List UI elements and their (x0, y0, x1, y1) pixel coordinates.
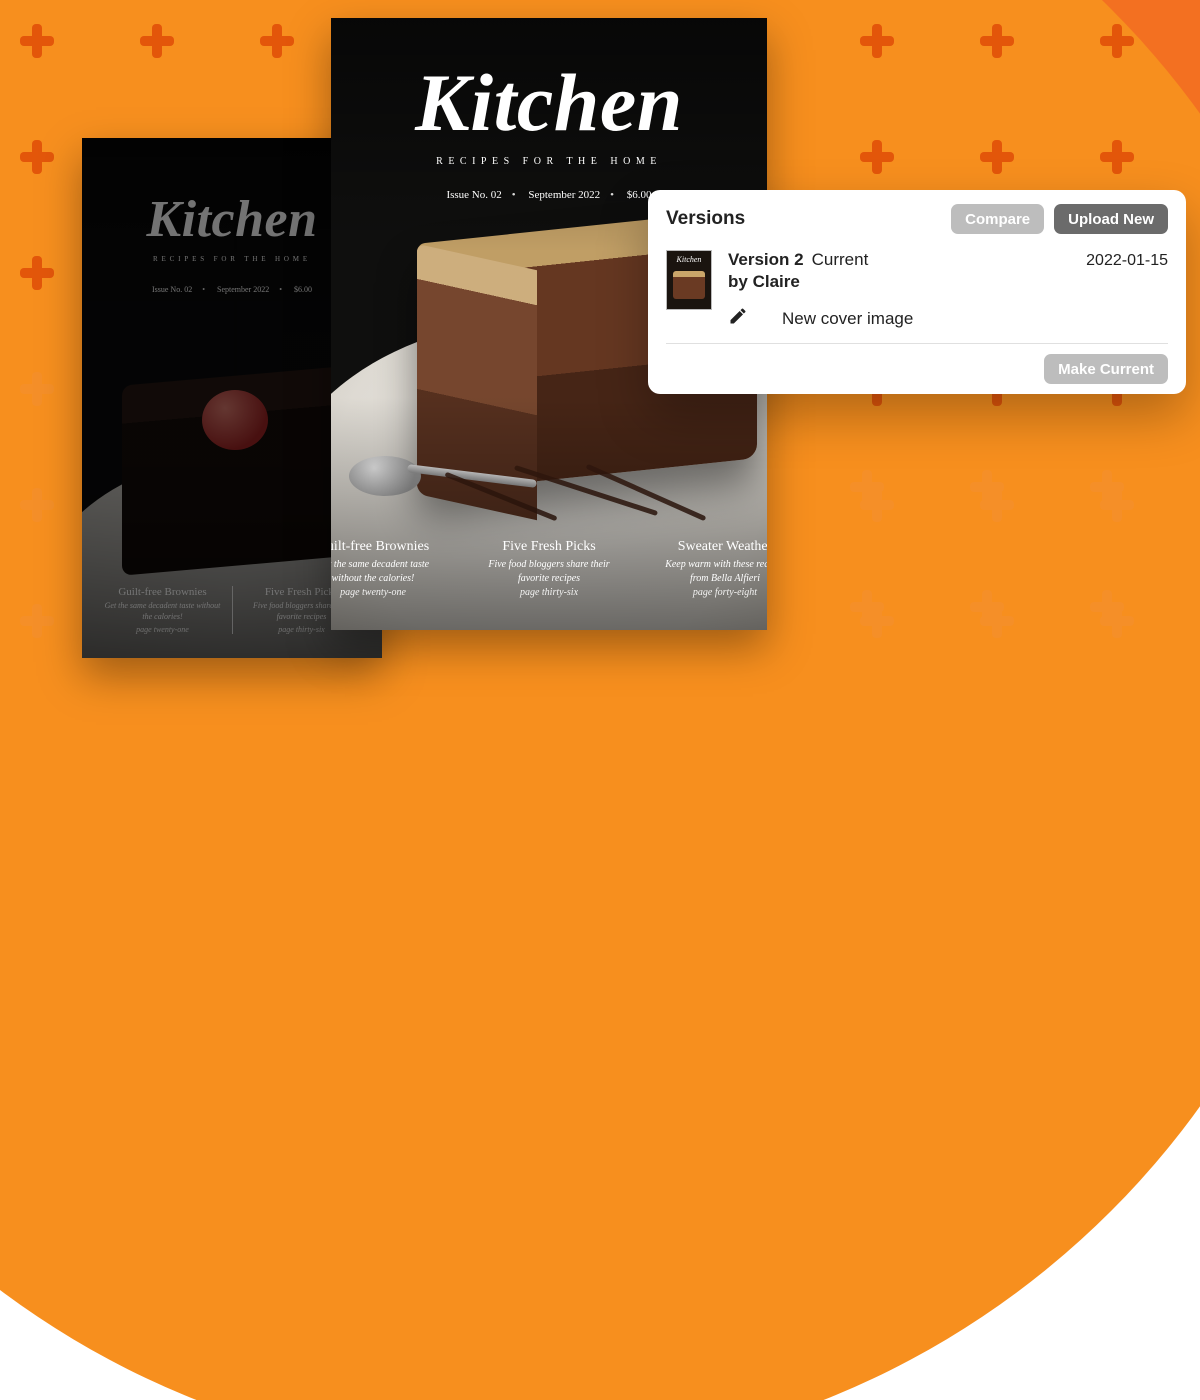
upload-new-button[interactable]: Upload New (1054, 204, 1168, 234)
feature-desc: Five food bloggers share their favorite … (479, 558, 619, 585)
bg-plus-icon (850, 470, 884, 504)
bg-plus-icon (20, 24, 54, 58)
bg-plus-icon (980, 24, 1014, 58)
feature-desc: Keep warm with these recipes from Bella … (655, 558, 767, 585)
feature-desc: Get the same decadent taste without the … (331, 558, 443, 585)
compare-button[interactable]: Compare (951, 204, 1044, 234)
version-author: by Claire (728, 272, 1168, 292)
bg-plus-icon (1090, 470, 1124, 504)
bg-plus-icon (260, 24, 294, 58)
feature-heading: Sweater Weather (655, 539, 767, 555)
versions-panel: Versions Compare Upload New Kitchen Vers… (648, 190, 1186, 394)
feature-page: page twenty-one (331, 587, 443, 598)
cover-tagline: RECIPES FOR THE HOME (331, 156, 767, 167)
bg-plus-icon (1090, 590, 1124, 624)
versions-title: Versions (666, 208, 941, 230)
bg-plus-icon (20, 604, 54, 638)
version-status: Current (812, 250, 869, 270)
bg-plus-icon (1100, 140, 1134, 174)
bg-plus-icon (20, 488, 54, 522)
bg-plus-icon (20, 372, 54, 406)
version-thumbnail: Kitchen (666, 250, 712, 310)
bg-plus-icon (140, 24, 174, 58)
bg-plus-icon (980, 140, 1014, 174)
cover-title: Kitchen (331, 56, 767, 150)
feature-heading: Five Fresh Picks (479, 539, 619, 555)
bg-plus-icon (860, 24, 894, 58)
bg-plus-icon (20, 256, 54, 290)
bg-plus-icon (850, 590, 884, 624)
version-row[interactable]: Kitchen Version 2 Current 2022-01-15 by … (666, 250, 1168, 344)
make-current-button[interactable]: Make Current (1044, 354, 1168, 384)
feature-page: page thirty-six (479, 587, 619, 598)
bg-plus-icon (970, 470, 1004, 504)
version-date: 2022-01-15 (1086, 252, 1168, 270)
edit-icon (728, 306, 748, 331)
bg-plus-icon (860, 140, 894, 174)
feature-heading: Guilt-free Brownies (331, 539, 443, 555)
feature-page: page forty-eight (655, 587, 767, 598)
version-name: Version 2 (728, 250, 804, 270)
bg-plus-icon (1100, 24, 1134, 58)
bg-plus-icon (20, 140, 54, 174)
bg-plus-icon (970, 590, 1004, 624)
version-note: New cover image (782, 309, 913, 329)
